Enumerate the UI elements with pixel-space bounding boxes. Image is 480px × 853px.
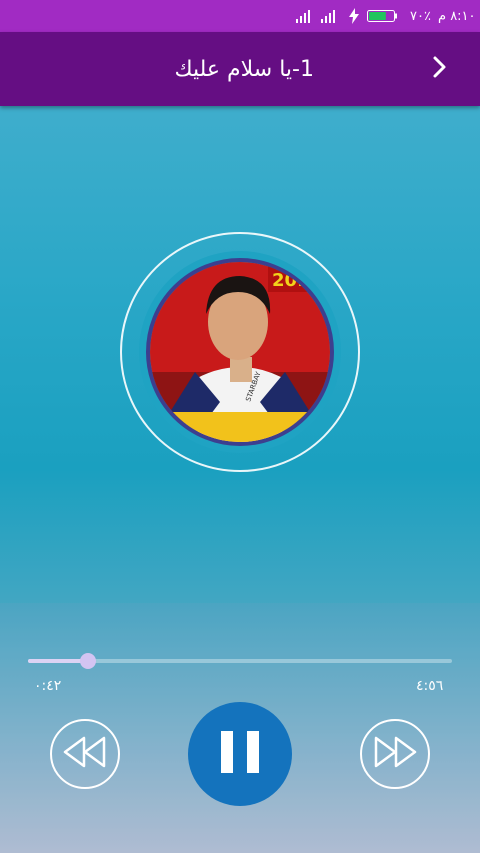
fast-forward-icon <box>372 734 418 774</box>
battery-percent: ٧٠٪ <box>410 8 431 24</box>
seek-bar[interactable] <box>28 653 452 669</box>
album-art: 2016 STARBAY <box>146 258 334 446</box>
status-bar: ٧٠٪ ٨:١٠ م <box>0 0 480 32</box>
duration-time: ٤:٥٦ <box>416 678 444 694</box>
chevron-right-icon <box>432 55 448 83</box>
song-title: 1-يا سلام عليك <box>174 56 314 82</box>
fast-forward-button[interactable] <box>360 719 430 789</box>
signal-icon <box>296 0 312 32</box>
clock: ٨:١٠ م <box>438 8 476 24</box>
rewind-icon <box>62 734 108 774</box>
signal-icon <box>321 0 337 32</box>
battery-icon <box>367 0 399 32</box>
rewind-button[interactable] <box>50 719 120 789</box>
pause-button[interactable] <box>188 702 292 806</box>
seek-bar-progress <box>28 659 89 663</box>
charging-icon <box>348 0 360 32</box>
back-button[interactable] <box>420 49 460 89</box>
pause-icon <box>217 729 263 779</box>
elapsed-time: ٠:٤٢ <box>34 678 62 694</box>
app-bar: 1-يا سلام عليك <box>0 32 480 106</box>
